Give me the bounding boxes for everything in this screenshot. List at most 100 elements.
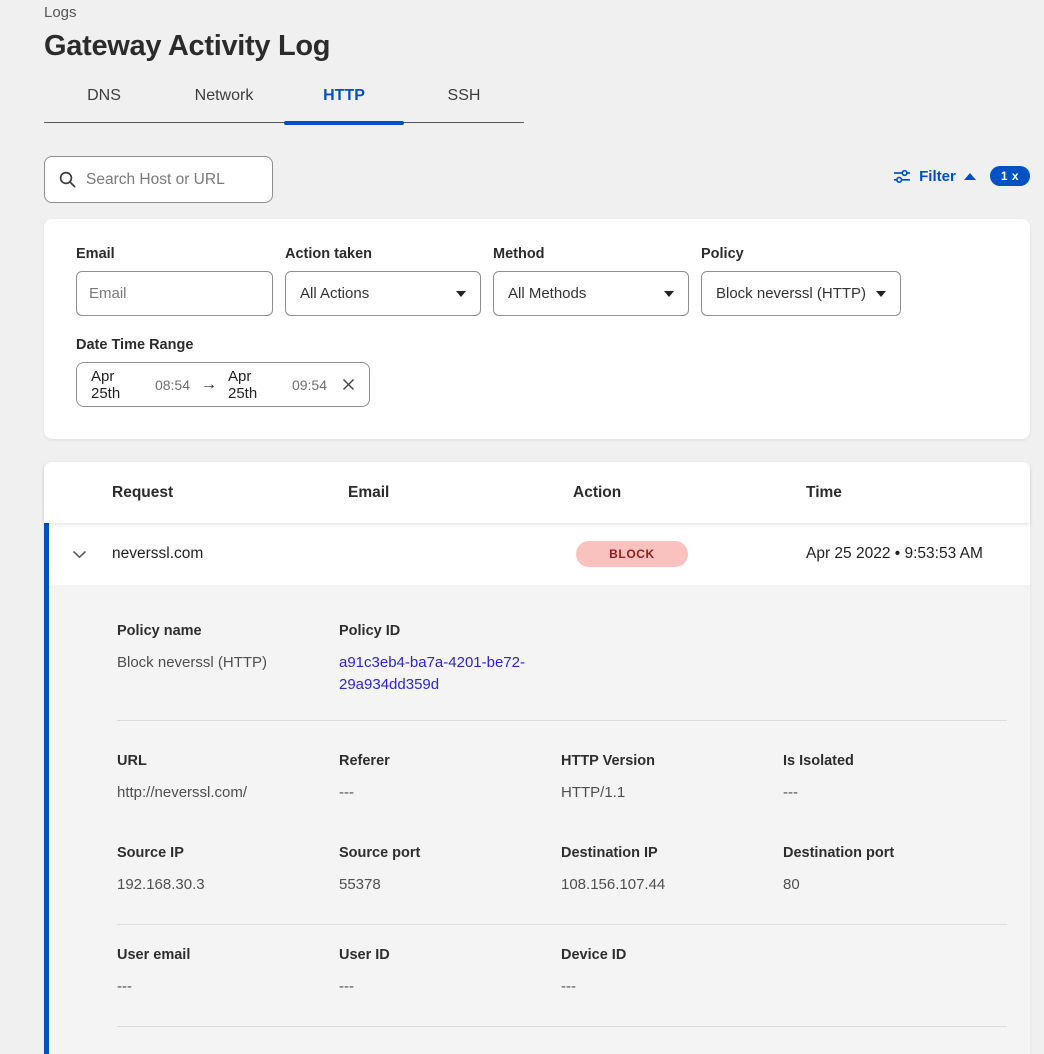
arrow-right-icon: → bbox=[201, 376, 217, 394]
policy-field: Policy Block neverssl (HTTP) bbox=[701, 246, 901, 316]
filter-panel: Email Action taken All Actions Method Al… bbox=[44, 219, 1030, 439]
tab-bar: DNS Network HTTP SSH bbox=[44, 87, 524, 123]
http-version-label: HTTP Version bbox=[561, 753, 783, 769]
user-id-field: User ID --- bbox=[339, 947, 561, 998]
search-input[interactable] bbox=[86, 171, 262, 189]
status-badge-block: BLOCK bbox=[576, 541, 688, 567]
tab-http[interactable]: HTTP bbox=[284, 87, 404, 122]
search-box bbox=[44, 156, 273, 203]
chevron-down-icon bbox=[456, 291, 466, 297]
destination-port-value: 80 bbox=[783, 874, 1007, 896]
table-row[interactable]: neverssl.com BLOCK Apr 25 2022 • 9:53:53… bbox=[49, 523, 1030, 585]
tab-ssh[interactable]: SSH bbox=[404, 87, 524, 122]
row-request: neverssl.com bbox=[112, 545, 348, 563]
email-filter-input[interactable] bbox=[76, 271, 273, 316]
date-time-range-field: Date Time Range Apr 25th 08:54 → Apr 25t… bbox=[76, 337, 998, 407]
destination-ip-field: Destination IP 108.156.107.44 bbox=[561, 845, 783, 896]
tab-dns[interactable]: DNS bbox=[44, 87, 164, 122]
page-title: Gateway Activity Log bbox=[44, 30, 1030, 63]
page: Logs Gateway Activity Log DNS Network HT… bbox=[44, 0, 1030, 1054]
user-email-label: User email bbox=[117, 947, 339, 963]
action-taken-value: All Actions bbox=[300, 285, 369, 302]
method-select[interactable]: All Methods bbox=[493, 271, 689, 316]
end-time: 09:54 bbox=[292, 377, 327, 393]
referer-label: Referer bbox=[339, 753, 561, 769]
row-details-panel: Policy name Block neverssl (HTTP) Policy… bbox=[49, 585, 1030, 1054]
source-port-label: Source port bbox=[339, 845, 561, 861]
device-id-field: Device ID --- bbox=[561, 947, 783, 998]
is-isolated-field: Is Isolated --- bbox=[783, 753, 1007, 804]
email-filter-field: Email bbox=[76, 246, 273, 316]
policy-label: Policy bbox=[701, 246, 901, 262]
start-date: Apr 25th bbox=[91, 368, 144, 402]
filter-fields-row: Email Action taken All Actions Method Al… bbox=[76, 246, 998, 316]
source-port-value: 55378 bbox=[339, 874, 561, 896]
row-expand-button[interactable] bbox=[49, 550, 112, 559]
search-filter-row: Filter 1 x bbox=[44, 156, 1030, 204]
referer-value: --- bbox=[339, 782, 561, 804]
user-email-field: User email --- bbox=[117, 947, 339, 998]
close-icon bbox=[342, 378, 355, 391]
tab-network[interactable]: Network bbox=[164, 87, 284, 122]
user-email-value: --- bbox=[117, 976, 339, 998]
column-header-request: Request bbox=[112, 484, 348, 502]
policy-id-field: Policy ID a91c3eb4-ba7a-4201-be72-29a934… bbox=[339, 623, 561, 696]
row-action: BLOCK bbox=[573, 541, 806, 567]
end-date: Apr 25th bbox=[228, 368, 281, 402]
filter-label: Filter bbox=[919, 168, 956, 185]
date-range-picker[interactable]: Apr 25th 08:54 → Apr 25th 09:54 bbox=[76, 362, 370, 407]
policy-id-link[interactable]: a91c3eb4-ba7a-4201-be72-29a934dd359d bbox=[339, 652, 535, 696]
filter-count-badge[interactable]: 1 x bbox=[990, 166, 1030, 186]
source-ip-label: Source IP bbox=[117, 845, 339, 861]
source-port-field: Source port 55378 bbox=[339, 845, 561, 896]
url-field: URL http://neverssl.com/ bbox=[117, 753, 339, 804]
url-value: http://neverssl.com/ bbox=[117, 782, 339, 804]
source-ip-field: Source IP 192.168.30.3 bbox=[117, 845, 339, 896]
policy-id-label: Policy ID bbox=[339, 623, 561, 639]
method-label: Method bbox=[493, 246, 689, 262]
chevron-down-icon bbox=[664, 291, 674, 297]
row-time: Apr 25 2022 • 9:53:53 AM bbox=[806, 545, 1030, 563]
destination-port-label: Destination port bbox=[783, 845, 1007, 861]
column-header-action: Action bbox=[573, 484, 806, 502]
activity-log-table: Request Email Action Time neverssl.com B… bbox=[44, 462, 1030, 1054]
filter-sliders-icon bbox=[893, 168, 911, 185]
method-field: Method All Methods bbox=[493, 246, 689, 316]
chevron-down-icon bbox=[72, 550, 87, 559]
policy-name-field: Policy name Block neverssl (HTTP) bbox=[117, 623, 339, 696]
chevron-up-icon bbox=[964, 173, 976, 180]
is-isolated-value: --- bbox=[783, 782, 1007, 804]
radar-link-row: View domain details in Radar → bbox=[117, 1027, 1007, 1054]
source-ip-value: 192.168.30.3 bbox=[117, 874, 339, 896]
date-time-range-label: Date Time Range bbox=[76, 337, 998, 353]
action-taken-field: Action taken All Actions bbox=[285, 246, 481, 316]
destination-ip-label: Destination IP bbox=[561, 845, 783, 861]
clear-date-range-button[interactable] bbox=[342, 378, 355, 391]
table-header-row: Request Email Action Time bbox=[44, 462, 1030, 523]
user-details-section: User email --- User ID --- Device ID --- bbox=[117, 925, 1007, 1026]
expanded-row-container: neverssl.com BLOCK Apr 25 2022 • 9:53:53… bbox=[44, 523, 1030, 1054]
policy-name-value: Block neverssl (HTTP) bbox=[117, 652, 339, 674]
device-id-value: --- bbox=[561, 976, 783, 998]
is-isolated-label: Is Isolated bbox=[783, 753, 1007, 769]
policy-select[interactable]: Block neverssl (HTTP) bbox=[701, 271, 901, 316]
policy-section: Policy name Block neverssl (HTTP) Policy… bbox=[117, 585, 1007, 720]
email-filter-label: Email bbox=[76, 246, 273, 262]
destination-port-field: Destination port 80 bbox=[783, 845, 1007, 896]
url-label: URL bbox=[117, 753, 339, 769]
breadcrumb[interactable]: Logs bbox=[44, 0, 1030, 21]
filter-toggle[interactable]: Filter 1 x bbox=[893, 166, 1030, 186]
referer-field: Referer --- bbox=[339, 753, 561, 804]
user-id-label: User ID bbox=[339, 947, 561, 963]
action-taken-select[interactable]: All Actions bbox=[285, 271, 481, 316]
column-header-time: Time bbox=[806, 484, 1030, 502]
policy-value: Block neverssl (HTTP) bbox=[716, 285, 866, 302]
http-version-field: HTTP Version HTTP/1.1 bbox=[561, 753, 783, 804]
device-id-label: Device ID bbox=[561, 947, 783, 963]
column-header-email: Email bbox=[348, 484, 573, 502]
user-id-value: --- bbox=[339, 976, 561, 998]
method-value: All Methods bbox=[508, 285, 586, 302]
chevron-down-icon bbox=[876, 291, 886, 297]
start-time: 08:54 bbox=[155, 377, 190, 393]
request-details-section: URL http://neverssl.com/ Referer --- HTT… bbox=[117, 721, 1007, 925]
